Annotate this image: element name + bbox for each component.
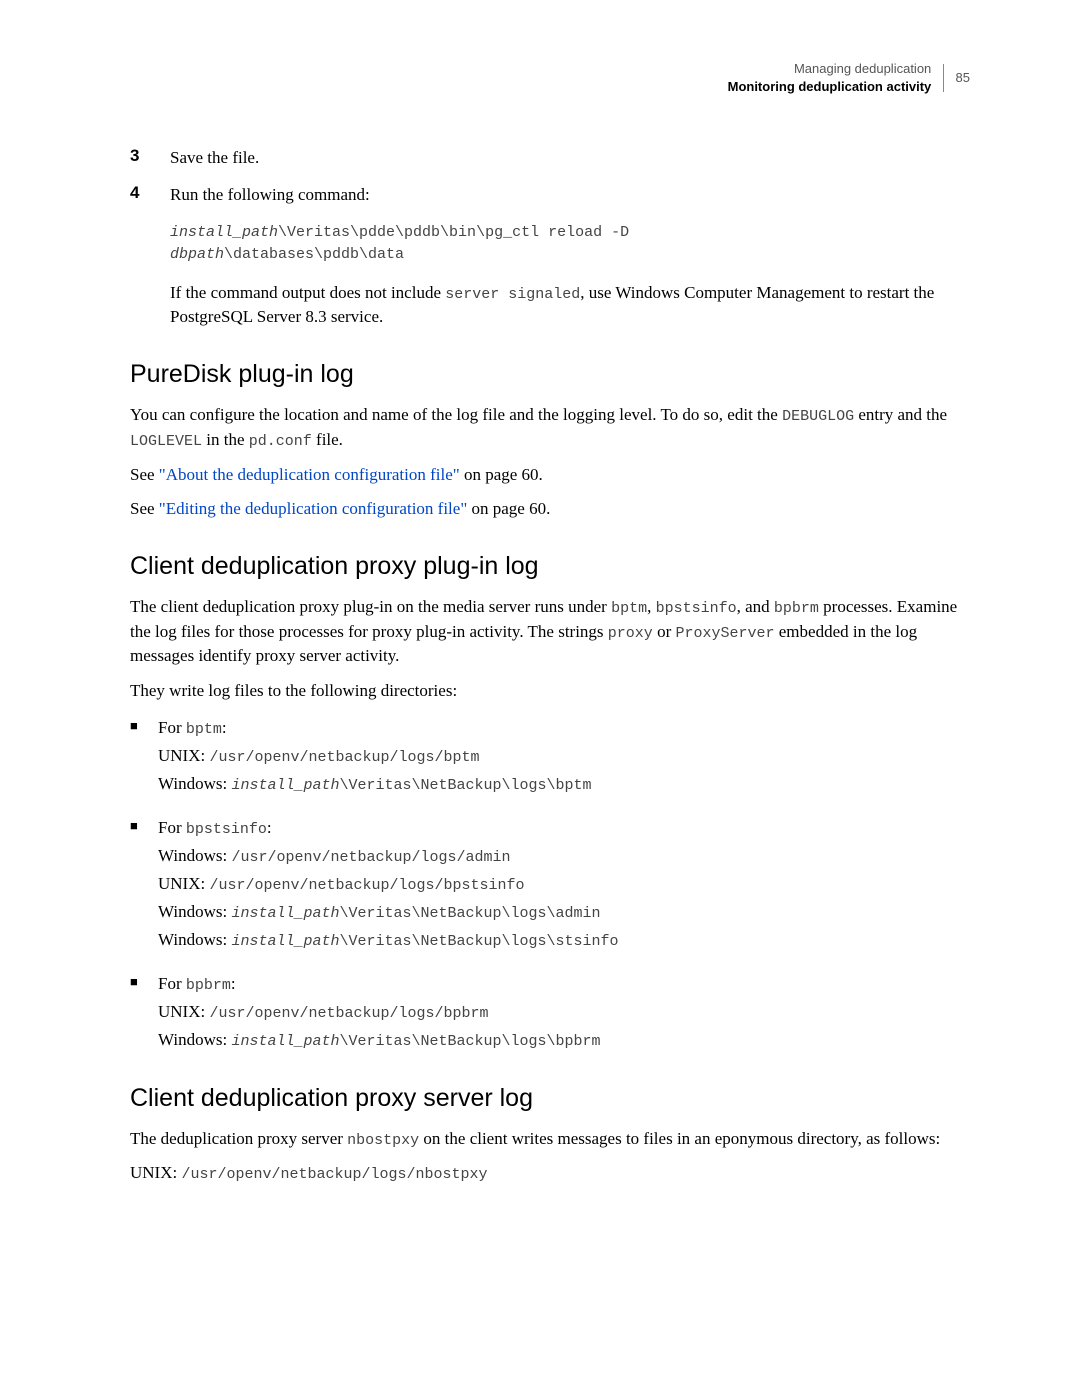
code-inline: bpstsinfo	[656, 600, 737, 617]
step-text: Save the file.	[170, 146, 970, 171]
code: \Veritas\pdde\pddb\bin\pg_ctl reload -D	[278, 224, 629, 241]
list-item: For bpstsinfo: Windows: /usr/openv/netba…	[130, 814, 970, 954]
step-4-followup: If the command output does not include s…	[170, 281, 970, 330]
step-3: 3 Save the file.	[130, 146, 970, 171]
link-editing-config[interactable]: "Editing the deduplication configuration…	[159, 499, 467, 518]
list-item: For bptm: UNIX: /usr/openv/netbackup/log…	[130, 714, 970, 798]
code-inline: ProxyServer	[675, 625, 774, 642]
code-path: /usr/openv/netbackup/logs/bptm	[209, 749, 479, 766]
see-reference-1: See "About the deduplication configurati…	[130, 463, 970, 488]
step-4: 4 Run the following command: install_pat…	[130, 183, 970, 330]
link-about-config[interactable]: "About the deduplication configuration f…	[159, 465, 460, 484]
code-inline: nbostpxy	[347, 1132, 419, 1149]
code-italic: install_path	[170, 224, 278, 241]
code-block: install_path\Veritas\pdde\pddb\bin\pg_ct…	[170, 222, 970, 267]
code-path: \Veritas\NetBackup\logs\bpbrm	[340, 1033, 601, 1050]
path-line: UNIX: /usr/openv/netbackup/logs/nbostpxy	[130, 1161, 970, 1186]
code-italic: install_path	[231, 933, 339, 950]
paragraph: The client deduplication proxy plug-in o…	[130, 595, 970, 669]
code-italic: install_path	[231, 1033, 339, 1050]
step-text: Run the following command: install_path\…	[170, 183, 970, 330]
header-section: Monitoring deduplication activity	[728, 79, 932, 94]
header-category: Managing deduplication	[794, 60, 931, 78]
paragraph: They write log files to the following di…	[130, 679, 970, 704]
paragraph: The deduplication proxy server nbostpxy …	[130, 1127, 970, 1152]
header-divider	[943, 64, 944, 92]
paragraph: You can configure the location and name …	[130, 403, 970, 453]
heading-client-proxy-plugin: Client deduplication proxy plug-in log	[130, 552, 970, 581]
code-inline: bptm	[611, 600, 647, 617]
code-inline: server signaled	[445, 286, 580, 303]
heading-puredisk: PureDisk plug-in log	[130, 360, 970, 389]
step-number: 3	[130, 146, 170, 171]
code-inline: bpbrm	[774, 600, 819, 617]
see-reference-2: See "Editing the deduplication configura…	[130, 497, 970, 522]
code-path: /usr/openv/netbackup/logs/bpstsinfo	[209, 877, 524, 894]
code-inline: bpbrm	[186, 977, 231, 994]
code-path: /usr/openv/netbackup/logs/bpbrm	[209, 1005, 488, 1022]
step-number: 4	[130, 183, 170, 330]
code-italic: dbpath	[170, 246, 224, 263]
step-4-intro: Run the following command:	[170, 185, 370, 204]
code-path: \Veritas\NetBackup\logs\stsinfo	[340, 933, 619, 950]
bullet-list: For bptm: UNIX: /usr/openv/netbackup/log…	[130, 714, 970, 1054]
heading-client-proxy-server: Client deduplication proxy server log	[130, 1084, 970, 1113]
code-inline: pd.conf	[249, 433, 312, 450]
code-italic: install_path	[231, 777, 339, 794]
list-item: For bpbrm: UNIX: /usr/openv/netbackup/lo…	[130, 970, 970, 1054]
code-inline: proxy	[608, 625, 653, 642]
page-header: Managing deduplication Monitoring dedupl…	[130, 60, 970, 96]
code-path: /usr/openv/netbackup/logs/nbostpxy	[181, 1166, 487, 1183]
code: \databases\pddb\data	[224, 246, 404, 263]
code-path: /usr/openv/netbackup/logs/admin	[231, 849, 510, 866]
code-italic: install_path	[231, 905, 339, 922]
code-inline: LOGLEVEL	[130, 433, 202, 450]
code-inline: bpstsinfo	[186, 821, 267, 838]
code-path: \Veritas\NetBackup\logs\bptm	[340, 777, 592, 794]
code-path: \Veritas\NetBackup\logs\admin	[340, 905, 601, 922]
code-inline: bptm	[186, 721, 222, 738]
code-inline: DEBUGLOG	[782, 408, 854, 425]
page-number: 85	[956, 69, 970, 87]
